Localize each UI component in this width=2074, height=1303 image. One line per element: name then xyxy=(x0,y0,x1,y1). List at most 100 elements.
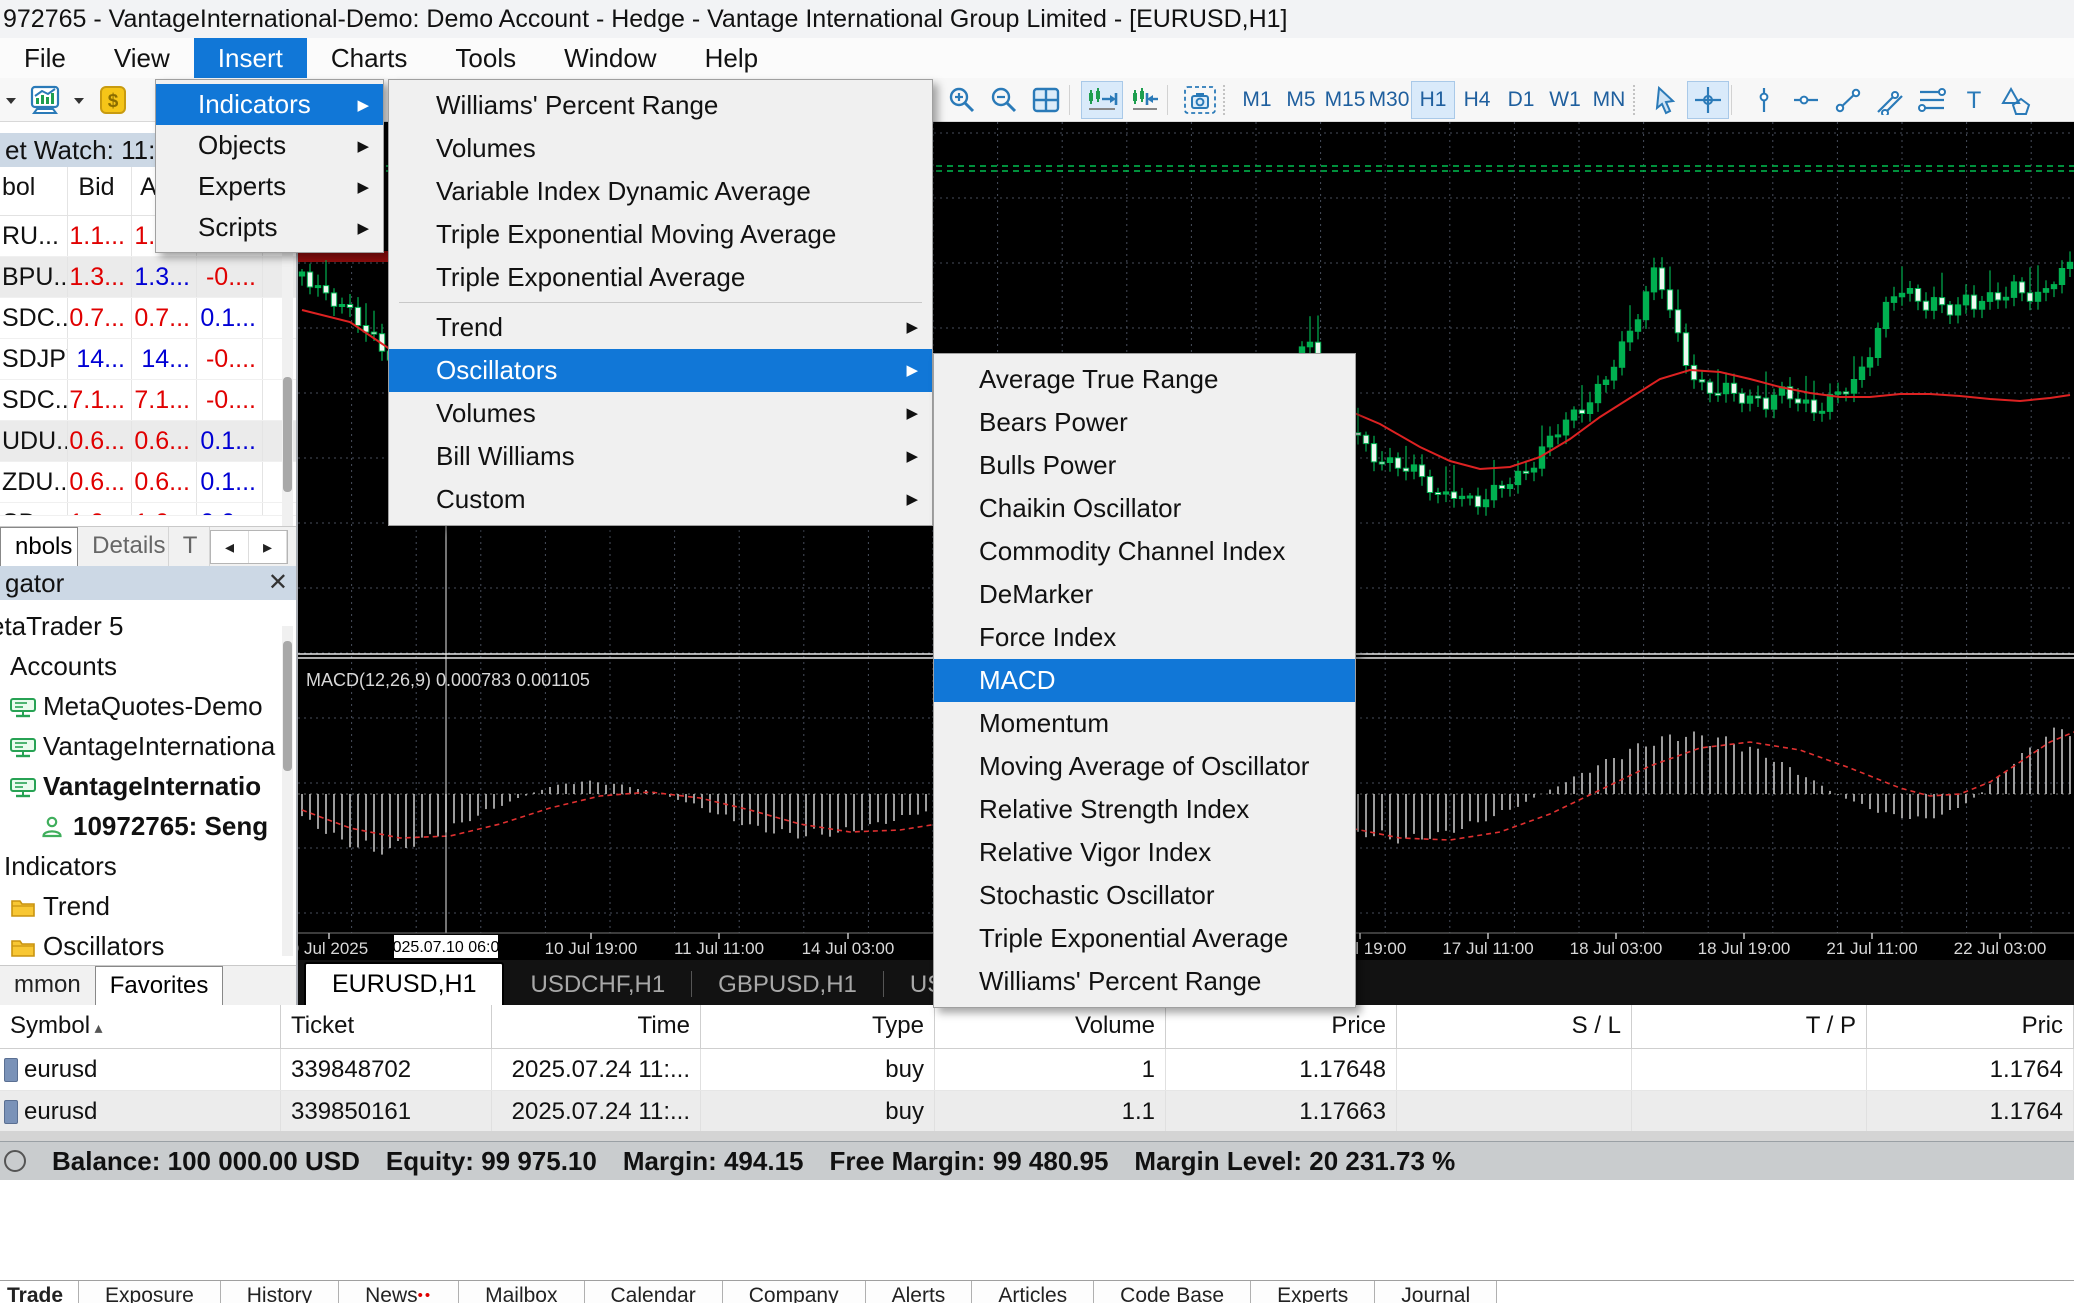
equidistant-channel-icon[interactable] xyxy=(1869,81,1911,119)
mw-tab-t[interactable]: T xyxy=(169,527,210,566)
timeframe-m1[interactable]: M1 xyxy=(1235,81,1279,119)
nav-item-accounts[interactable]: Accounts xyxy=(0,646,296,686)
nav-item-oscillators[interactable]: Oscillators xyxy=(0,926,296,966)
mw-tab-nbols[interactable]: nbols xyxy=(0,527,78,566)
mw-symbol-row[interactable]: SDC...0.7...0.7...0.1... xyxy=(0,298,296,339)
trade-table-row[interactable]: eurusd3398487022025.07.24 11:...buy11.17… xyxy=(0,1049,2074,1091)
toolbox-tab-alerts[interactable]: Alerts xyxy=(865,1281,973,1303)
menu-item-commodity-channel-index[interactable]: Commodity Channel Index xyxy=(934,530,1355,573)
screenshot-camera-icon[interactable] xyxy=(1179,81,1221,119)
tt-column-s-l[interactable]: S / L xyxy=(1397,1005,1632,1048)
menu-item-trend[interactable]: Trend▶ xyxy=(389,306,932,349)
nav-item-etatrader-5[interactable]: etaTrader 5 xyxy=(0,606,296,646)
timeframe-h4[interactable]: H4 xyxy=(1455,81,1499,119)
menu-item-bears-power[interactable]: Bears Power xyxy=(934,401,1355,444)
auto-scroll-icon[interactable] xyxy=(1123,81,1165,119)
tt-column-type[interactable]: Type xyxy=(701,1005,935,1048)
menu-item-moving-average-of-oscillator[interactable]: Moving Average of Oscillator xyxy=(934,745,1355,788)
menu-item-triple-exponential-average[interactable]: Triple Exponential Average xyxy=(934,917,1355,960)
tt-column-t-p[interactable]: T / P xyxy=(1632,1005,1867,1048)
menu-view[interactable]: View xyxy=(90,38,194,78)
zoom-out-icon[interactable] xyxy=(983,81,1025,119)
toolbox-tab-articles[interactable]: Articles xyxy=(971,1281,1094,1303)
menu-item-macd[interactable]: MACD xyxy=(934,659,1355,702)
toolbox-tab-calendar[interactable]: Calendar xyxy=(584,1281,723,1303)
tt-column-ticket[interactable]: Ticket xyxy=(281,1005,492,1048)
menu-item-momentum[interactable]: Momentum xyxy=(934,702,1355,745)
dropdown-caret-icon[interactable] xyxy=(0,81,22,119)
vertical-line-icon[interactable] xyxy=(1743,81,1785,119)
navigator-scrollbar[interactable] xyxy=(282,626,293,956)
toolbox-tab-mailbox[interactable]: Mailbox xyxy=(458,1281,584,1303)
trade-table-scroll-strip[interactable] xyxy=(0,1131,2074,1141)
tt-column-symbol[interactable]: Symbol ▴ xyxy=(0,1005,281,1048)
nav-tab-favorites[interactable]: Favorites xyxy=(95,966,224,1005)
tt-column-price[interactable]: Price xyxy=(1166,1005,1397,1048)
menu-charts[interactable]: Charts xyxy=(307,38,432,78)
chart-tab-eurusd-h1[interactable]: EURUSD,H1 xyxy=(304,962,504,1005)
shapes-icon[interactable] xyxy=(1995,81,2037,119)
timeframe-h1[interactable]: H1 xyxy=(1411,81,1455,119)
menu-item-williams-percent-range[interactable]: Williams' Percent Range xyxy=(389,84,932,127)
chart-window-icon[interactable] xyxy=(22,81,68,119)
mw-symbol-row[interactable]: BPU...1.3...1.3...-0.... xyxy=(0,257,296,298)
nav-item-trend[interactable]: Trend xyxy=(0,886,296,926)
tt-column-pric[interactable]: Pric xyxy=(1867,1005,2074,1048)
fibo-lines-icon[interactable] xyxy=(1911,81,1953,119)
mw-symbol-row[interactable]: SD...1.0...1.0...0.0... xyxy=(0,503,296,516)
toolbox-tab-trade[interactable]: Trade xyxy=(0,1281,79,1303)
timeframe-d1[interactable]: D1 xyxy=(1499,81,1543,119)
timeframe-m5[interactable]: M5 xyxy=(1279,81,1323,119)
crosshair-icon[interactable] xyxy=(1687,81,1729,119)
menu-item-average-true-range[interactable]: Average True Range xyxy=(934,358,1355,401)
new-order-dollar-icon[interactable]: $ xyxy=(90,81,136,119)
cursor-pointer-icon[interactable] xyxy=(1645,81,1687,119)
horizontal-line-icon[interactable] xyxy=(1785,81,1827,119)
chart-tab-gbpusd-h1[interactable]: GBPUSD,H1 xyxy=(692,964,883,1005)
menu-item-triple-exponential-moving-average[interactable]: Triple Exponential Moving Average xyxy=(389,213,932,256)
mw-symbol-row[interactable]: SDC...7.1...7.1...-0.... xyxy=(0,380,296,421)
menu-item-scripts[interactable]: Scripts▶ xyxy=(156,207,383,248)
menu-item-bulls-power[interactable]: Bulls Power xyxy=(934,444,1355,487)
toolbox-tab-exposure[interactable]: Exposure xyxy=(78,1281,221,1303)
menu-item-custom[interactable]: Custom▶ xyxy=(389,478,932,521)
text-label-icon[interactable]: T xyxy=(1953,81,1995,119)
shift-chart-end-icon[interactable] xyxy=(1081,81,1123,119)
timeframe-mn[interactable]: MN xyxy=(1587,81,1631,119)
trade-table-row[interactable]: eurusd3398501612025.07.24 11:...buy1.11.… xyxy=(0,1091,2074,1133)
toolbox-tab-history[interactable]: History xyxy=(220,1281,339,1303)
scroll-left-icon[interactable]: ◂ xyxy=(211,531,249,563)
menu-window[interactable]: Window xyxy=(540,38,680,78)
toolbox-tab-company[interactable]: Company xyxy=(722,1281,866,1303)
tile-windows-icon[interactable] xyxy=(1025,81,1067,119)
menu-item-indicators[interactable]: Indicators▶ xyxy=(156,84,383,125)
chart-tab-usdchf-h1[interactable]: USDCHF,H1 xyxy=(504,964,691,1005)
mw-tab-details[interactable]: Details xyxy=(78,527,169,566)
mw-column-header-bol[interactable]: bol xyxy=(0,167,68,215)
zoom-in-icon[interactable] xyxy=(941,81,983,119)
trend-line-icon[interactable] xyxy=(1827,81,1869,119)
menu-item-relative-strength-index[interactable]: Relative Strength Index xyxy=(934,788,1355,831)
nav-item-10972765-seng[interactable]: 10972765: Seng xyxy=(0,806,296,846)
nav-item-vantageinternatio[interactable]: VantageInternatio xyxy=(0,766,296,806)
menu-item-demarker[interactable]: DeMarker xyxy=(934,573,1355,616)
tt-column-time[interactable]: Time xyxy=(492,1005,701,1048)
toolbox-tab-experts[interactable]: Experts xyxy=(1250,1281,1375,1303)
menu-tools[interactable]: Tools xyxy=(431,38,540,78)
nav-item-metaquotes-demo[interactable]: MetaQuotes-Demo xyxy=(0,686,296,726)
menu-insert[interactable]: Insert xyxy=(194,38,307,78)
timeframe-m30[interactable]: M30 xyxy=(1367,81,1411,119)
menu-item-relative-vigor-index[interactable]: Relative Vigor Index xyxy=(934,831,1355,874)
menu-item-objects[interactable]: Objects▶ xyxy=(156,125,383,166)
menu-item-variable-index-dynamic-average[interactable]: Variable Index Dynamic Average xyxy=(389,170,932,213)
timeframe-m15[interactable]: M15 xyxy=(1323,81,1367,119)
nav-tab-mmon[interactable]: mmon xyxy=(0,966,95,1005)
menu-help[interactable]: Help xyxy=(681,38,782,78)
menu-item-chaikin-oscillator[interactable]: Chaikin Oscillator xyxy=(934,487,1355,530)
menu-item-oscillators[interactable]: Oscillators▶ xyxy=(389,349,932,392)
market-watch-scrollbar[interactable] xyxy=(282,252,293,527)
nav-item-indicators[interactable]: Indicators xyxy=(0,846,296,886)
menu-file[interactable]: File xyxy=(0,38,90,78)
menu-item-triple-exponential-average[interactable]: Triple Exponential Average xyxy=(389,256,932,299)
scroll-right-icon[interactable]: ▸ xyxy=(249,531,287,563)
